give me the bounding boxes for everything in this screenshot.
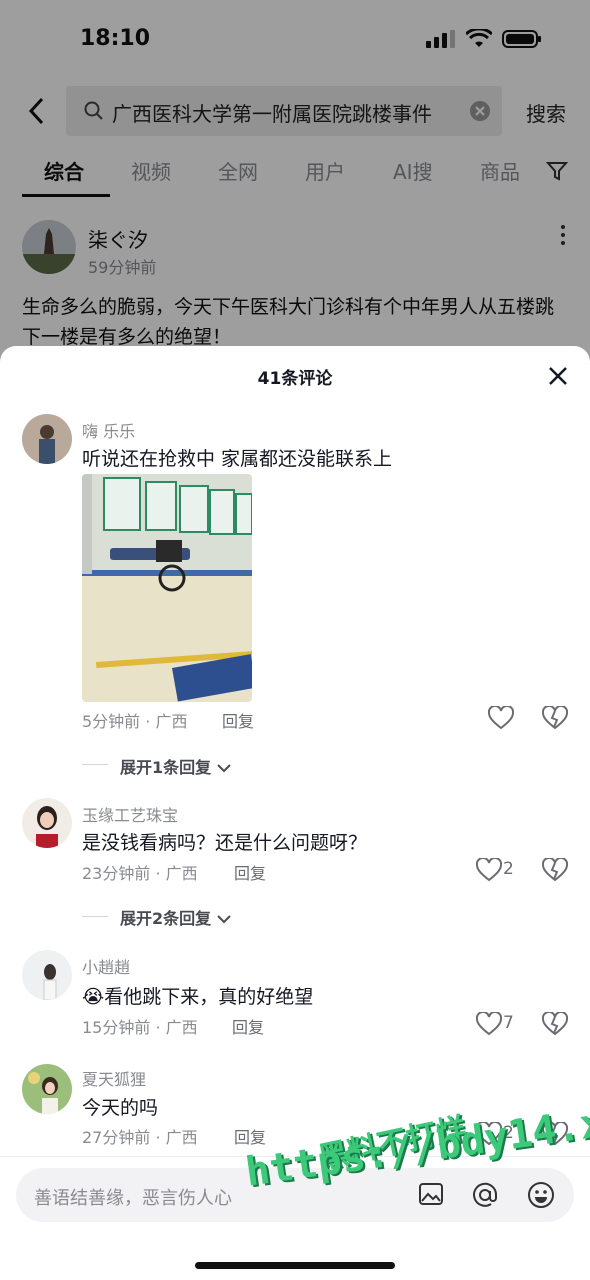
comment-text-body: 看他跳下来，真的好绝望 xyxy=(104,986,314,1008)
comment-author[interactable]: 夏天狐狸 xyxy=(82,1066,146,1090)
reply-button[interactable]: 回复 xyxy=(234,860,266,884)
expand-replies-label: 展开2条回复 xyxy=(120,909,212,928)
comment-author[interactable]: 嗨 乐乐 xyxy=(82,418,135,442)
expand-divider xyxy=(82,764,108,765)
like-icon[interactable] xyxy=(476,858,502,882)
emoji-icon[interactable] xyxy=(526,1180,556,1210)
comment-input-placeholder: 善语结善缘，恶言伤人心 xyxy=(34,1188,232,1209)
image-icon[interactable] xyxy=(418,1181,444,1207)
comment-meta: 5分钟前 · 广西 xyxy=(82,712,188,731)
reply-button[interactable]: 回复 xyxy=(232,1014,264,1038)
expand-replies-button[interactable]: 展开2条回复 xyxy=(120,905,231,929)
like-count: 2 xyxy=(503,859,514,879)
comment-meta: 15分钟前 · 广西 xyxy=(82,1018,198,1037)
expand-replies-label: 展开1条回复 xyxy=(120,758,212,777)
chevron-down-icon xyxy=(217,764,231,773)
chevron-down-icon xyxy=(217,915,231,924)
home-indicator xyxy=(195,1262,395,1269)
crying-emoji-icon: 😭 xyxy=(82,986,105,1008)
dislike-icon[interactable] xyxy=(542,706,568,730)
comment-text: 是没钱看病吗？还是什么问题呀？ xyxy=(82,832,368,854)
comment-author[interactable]: 小趙趙 xyxy=(82,954,130,978)
comment-avatar[interactable] xyxy=(22,1064,72,1114)
like-icon[interactable] xyxy=(488,706,514,730)
comment-meta: 23分钟前 · 广西 xyxy=(82,864,198,883)
mention-icon[interactable] xyxy=(471,1181,499,1209)
like-icon[interactable] xyxy=(476,1012,502,1036)
comment-image[interactable] xyxy=(82,474,252,702)
reply-button[interactable]: 回复 xyxy=(234,1124,266,1148)
comment-avatar[interactable] xyxy=(22,414,72,464)
dislike-icon[interactable] xyxy=(542,858,568,882)
expand-divider xyxy=(82,916,108,917)
comment-text: 听说还在抢救中 家属都还没能联系上 xyxy=(82,448,393,470)
comment-text: 😭看他跳下来，真的好绝望 xyxy=(82,982,313,1009)
reply-button[interactable]: 回复 xyxy=(222,708,254,732)
comment-author[interactable]: 玉缘工艺珠宝 xyxy=(82,802,178,826)
close-icon[interactable] xyxy=(542,360,574,392)
like-count: 7 xyxy=(503,1013,514,1033)
dislike-icon[interactable] xyxy=(542,1012,568,1036)
comment-meta: 27分钟前 · 广西 xyxy=(82,1128,198,1147)
comment-avatar[interactable] xyxy=(22,798,72,848)
comment-text: 今天的吗 xyxy=(82,1097,159,1119)
expand-replies-button[interactable]: 展开1条回复 xyxy=(120,754,231,778)
comments-count-title: 41条评论 xyxy=(257,369,333,389)
comment-avatar[interactable] xyxy=(22,950,72,1000)
